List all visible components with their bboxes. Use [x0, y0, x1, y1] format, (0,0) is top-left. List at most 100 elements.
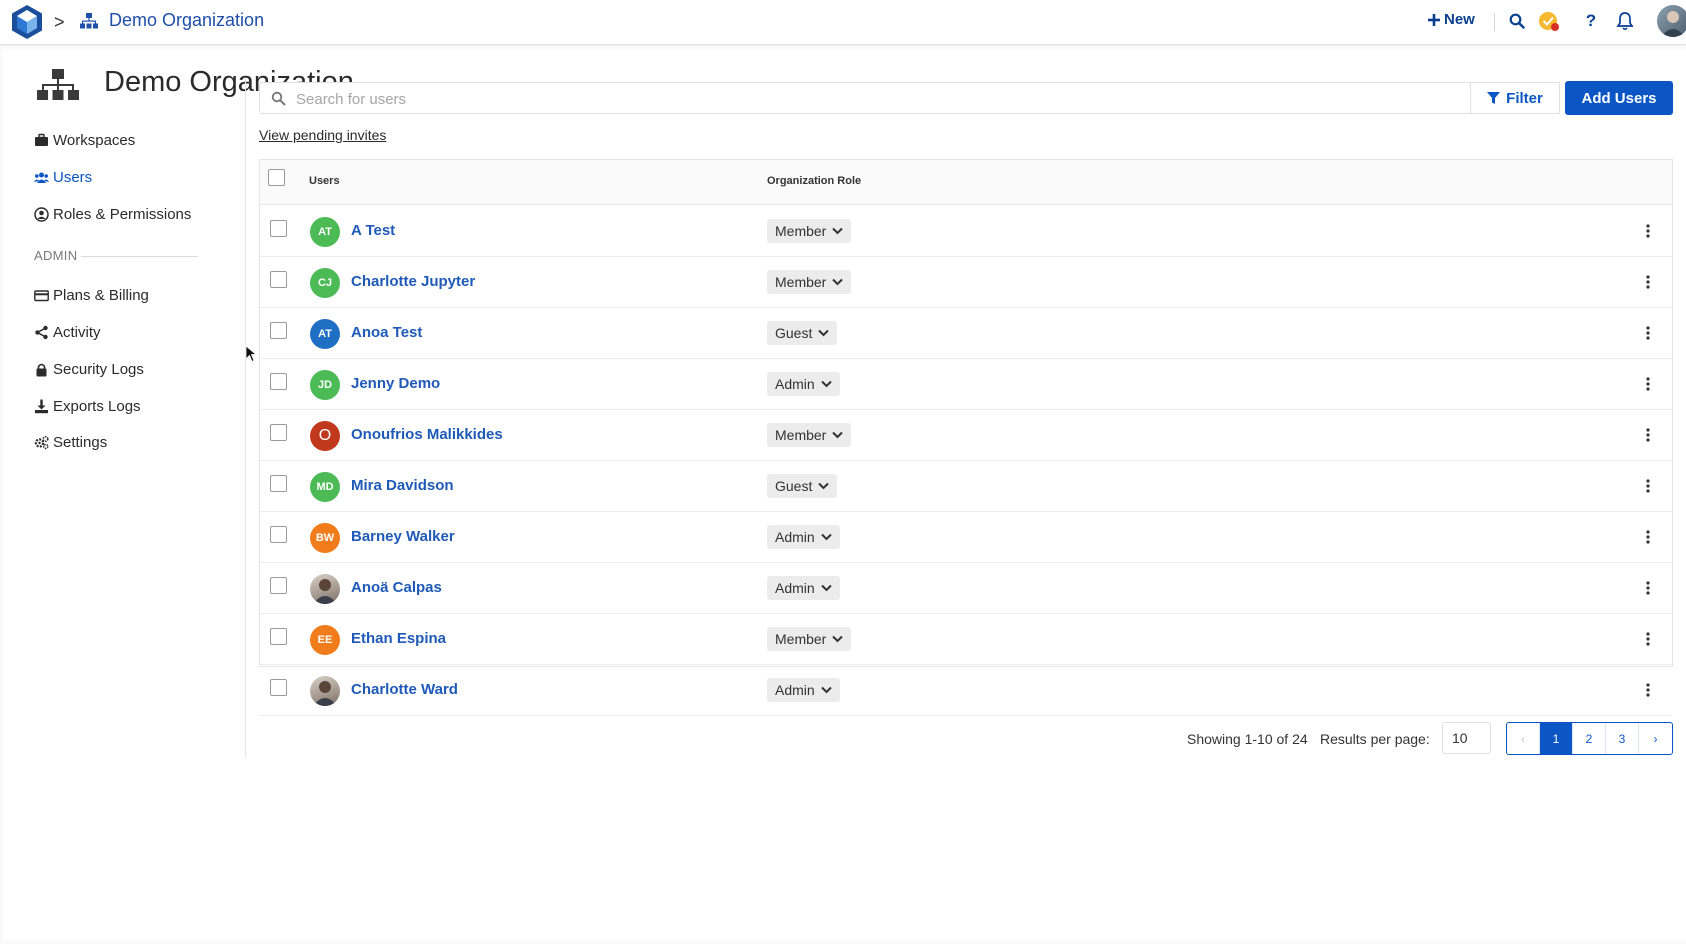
user-name-link[interactable]: Charlotte Ward	[351, 681, 458, 698]
user-name-link[interactable]: Barney Walker	[351, 528, 455, 545]
topbar-divider	[1494, 13, 1495, 31]
row-actions-icon[interactable]	[1641, 577, 1655, 599]
row-actions-icon[interactable]	[1641, 373, 1655, 395]
role-label: Admin	[775, 529, 815, 545]
users-icon	[34, 172, 49, 183]
role-label: Member	[775, 223, 827, 239]
sidebar-section-divider	[81, 256, 198, 257]
chevron-down-icon	[818, 329, 830, 337]
table-row: AT Anoa Test Guest	[260, 308, 1672, 359]
credit-card-icon	[34, 290, 49, 302]
search-icon[interactable]	[1506, 10, 1528, 32]
row-actions-icon[interactable]	[1641, 475, 1655, 497]
role-dropdown[interactable]: Admin	[767, 525, 840, 549]
sidebar-item-plans-billing[interactable]: Plans & Billing	[34, 287, 149, 304]
user-avatar: AT	[310, 217, 340, 247]
user-name-link[interactable]: Anoa Test	[351, 324, 422, 341]
briefcase-icon	[35, 133, 48, 146]
new-button[interactable]: New	[1428, 11, 1475, 28]
role-dropdown[interactable]: Guest	[767, 321, 838, 345]
sidebar-item-users[interactable]: Users	[34, 169, 92, 186]
search-input[interactable]	[296, 89, 1396, 109]
user-name-link[interactable]: Anoä Calpas	[351, 579, 442, 596]
avatar-initials: AT	[318, 328, 332, 340]
user-name-link[interactable]: A Test	[351, 222, 395, 239]
user-avatar: O	[310, 421, 340, 451]
row-actions-icon[interactable]	[1641, 628, 1655, 650]
user-avatar: EE	[310, 625, 340, 655]
row-checkbox[interactable]	[270, 526, 287, 543]
row-checkbox[interactable]	[270, 322, 287, 339]
sidebar-item-activity[interactable]: Activity	[34, 324, 101, 341]
role-label: Member	[775, 631, 827, 647]
plus-icon	[1428, 13, 1440, 26]
user-name-link[interactable]: Mira Davidson	[351, 477, 454, 494]
view-pending-invites-link[interactable]: View pending invites	[259, 127, 386, 143]
row-checkbox[interactable]	[270, 220, 287, 237]
row-actions-icon[interactable]	[1641, 220, 1655, 242]
row-checkbox[interactable]	[270, 475, 287, 492]
bell-icon[interactable]	[1614, 10, 1636, 32]
row-actions-icon[interactable]	[1641, 526, 1655, 548]
sidebar-item-security-logs[interactable]: Security Logs	[34, 361, 144, 378]
sidebar-item-label: Exports Logs	[53, 398, 141, 415]
avatar-initials: MD	[316, 481, 334, 493]
role-dropdown[interactable]: Admin	[767, 372, 840, 396]
row-checkbox[interactable]	[270, 424, 287, 441]
add-users-button[interactable]: Add Users	[1565, 81, 1673, 115]
role-dropdown[interactable]: Member	[767, 627, 852, 651]
user-name-link[interactable]: Ethan Espina	[351, 630, 446, 647]
select-all-checkbox[interactable]	[268, 169, 285, 186]
row-actions-icon[interactable]	[1641, 271, 1655, 293]
role-dropdown[interactable]: Member	[767, 270, 852, 294]
role-dropdown[interactable]: Guest	[767, 474, 838, 498]
role-dropdown[interactable]: Admin	[767, 678, 840, 702]
logo-icon[interactable]	[10, 4, 44, 40]
role-dropdown[interactable]: Member	[767, 423, 852, 447]
page-2-button[interactable]: 2	[1573, 723, 1606, 754]
role-label: Member	[775, 274, 827, 290]
row-checkbox[interactable]	[270, 271, 287, 288]
sidebar-item-settings[interactable]: Settings	[34, 434, 107, 451]
sidebar-item-roles-permissions[interactable]: Roles & Permissions	[34, 206, 191, 223]
row-checkbox[interactable]	[270, 373, 287, 390]
row-checkbox[interactable]	[270, 679, 287, 696]
row-actions-icon[interactable]	[1641, 322, 1655, 344]
user-avatar: CJ	[310, 268, 340, 298]
table-row: MD Mira Davidson Guest	[260, 461, 1672, 512]
row-actions-icon[interactable]	[1641, 679, 1655, 701]
user-name-link[interactable]: Onoufrios Malikkides	[351, 426, 503, 443]
chevron-down-icon	[832, 635, 844, 643]
cogs-icon	[34, 435, 49, 450]
filter-button-label: Filter	[1506, 89, 1543, 107]
sidebar-item-exports-logs[interactable]: Exports Logs	[34, 398, 141, 415]
row-checkbox[interactable]	[270, 577, 287, 594]
results-per-page-select[interactable]: 10	[1442, 722, 1491, 754]
org-chart-icon	[37, 69, 79, 100]
user-avatar: MD	[310, 472, 340, 502]
row-actions-icon[interactable]	[1641, 424, 1655, 446]
top-bar: > Demo Organization New ?	[0, 0, 1686, 45]
user-name-link[interactable]: Charlotte Jupyter	[351, 273, 475, 290]
table-row: CJ Charlotte Jupyter Member	[260, 257, 1672, 308]
breadcrumb-title[interactable]: Demo Organization	[109, 10, 264, 31]
chevron-down-icon	[832, 278, 844, 286]
filter-button[interactable]: Filter	[1470, 82, 1560, 114]
sidebar-section-admin: ADMIN	[34, 248, 78, 263]
row-checkbox[interactable]	[270, 628, 287, 645]
user-name-link[interactable]: Jenny Demo	[351, 375, 440, 392]
prev-page-button[interactable]: ‹	[1507, 723, 1540, 754]
role-dropdown[interactable]: Admin	[767, 576, 840, 600]
help-icon[interactable]: ?	[1580, 10, 1602, 32]
user-avatar[interactable]	[1657, 5, 1686, 37]
sidebar-item-workspaces[interactable]: Workspaces	[34, 132, 135, 149]
avatar-initials: O	[318, 427, 332, 444]
page-3-button[interactable]: 3	[1606, 723, 1639, 754]
check-badge-icon[interactable]	[1538, 10, 1560, 32]
search-icon	[271, 91, 286, 106]
next-page-button[interactable]: ›	[1639, 723, 1672, 754]
role-dropdown[interactable]: Member	[767, 219, 852, 243]
user-avatar: BW	[310, 523, 340, 553]
page-1-button[interactable]: 1	[1540, 723, 1573, 754]
avatar-initials: BW	[315, 532, 335, 544]
